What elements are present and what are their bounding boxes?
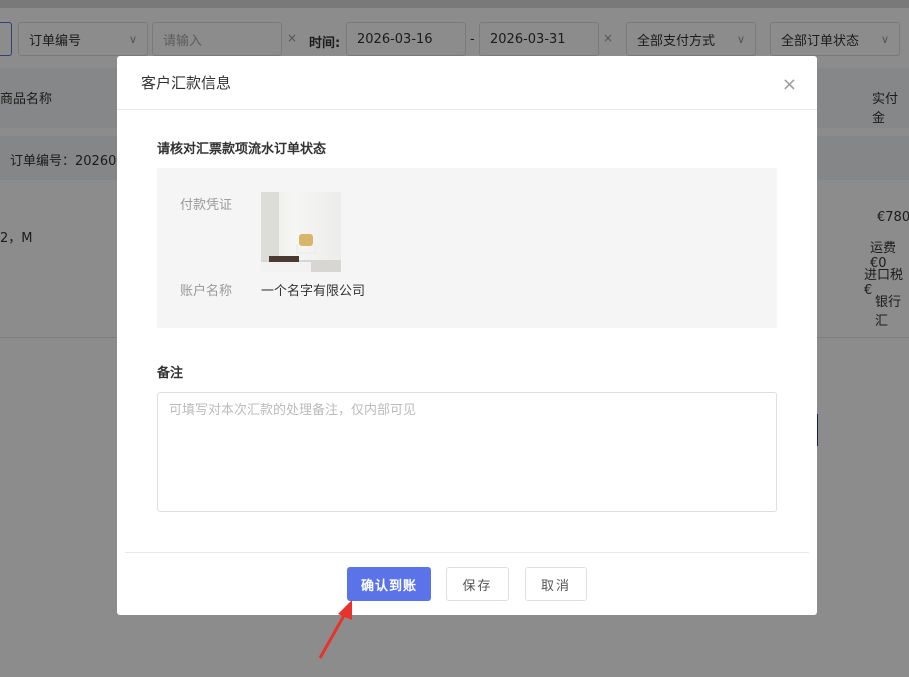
account-label: 账户名称 xyxy=(180,284,233,299)
red-arrow-icon xyxy=(318,600,352,659)
section-title: 请核对汇票款项流水订单状态 xyxy=(157,142,327,157)
remark-title: 备注 xyxy=(157,366,184,381)
modal-header: 客户汇款信息 xyxy=(117,56,817,110)
modal-footer-divider xyxy=(125,552,809,553)
cancel-button[interactable]: 取消 xyxy=(525,567,587,601)
modal-title: 客户汇款信息 xyxy=(141,74,232,92)
save-button[interactable]: 保存 xyxy=(446,567,509,601)
remark-textarea[interactable]: 可填写对本次汇款的处理备注，仅内部可见 xyxy=(157,392,777,512)
remark-placeholder: 可填写对本次汇款的处理备注，仅内部可见 xyxy=(169,403,417,418)
close-icon[interactable]: × xyxy=(782,74,797,95)
voucher-image[interactable] xyxy=(261,192,341,272)
account-value: 一个名字有限公司 xyxy=(261,284,366,299)
voucher-label: 付款凭证 xyxy=(180,198,233,213)
info-box: 付款凭证 账户名称 一个名字有限公司 xyxy=(157,168,777,328)
remittance-modal: 客户汇款信息 × 请核对汇票款项流水订单状态 付款凭证 账户名称 一个名字有限公… xyxy=(117,56,817,615)
